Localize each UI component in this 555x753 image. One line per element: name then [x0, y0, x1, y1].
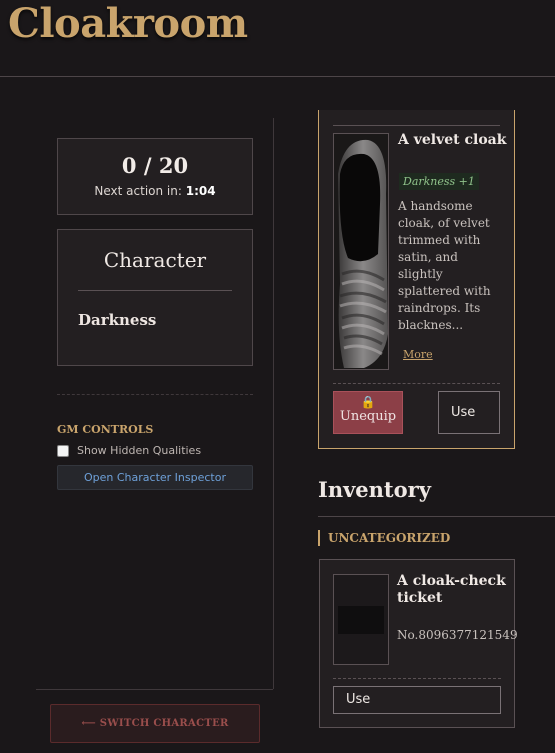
- inventory-heading: Inventory: [318, 477, 431, 502]
- use-button[interactable]: Use: [333, 686, 501, 714]
- checkbox-icon[interactable]: [57, 444, 69, 457]
- card-dashed-divider: [333, 383, 500, 384]
- action-count: 0 / 20: [121, 153, 189, 178]
- sidebar-dashed-divider: [57, 394, 253, 395]
- unequip-label: Unequip: [339, 409, 397, 424]
- card-dashed-divider: [333, 678, 501, 679]
- next-action-time: 1:04: [185, 184, 216, 198]
- open-character-inspector-button[interactable]: Open Character Inspector: [57, 465, 253, 490]
- page-title: Cloakroom: [8, 0, 248, 47]
- sidebar-bottom-divider: [36, 689, 273, 690]
- inventory-divider: [318, 516, 555, 517]
- show-hidden-qualities-label: Show Hidden Qualities: [77, 444, 202, 457]
- more-link[interactable]: More: [403, 348, 433, 361]
- gm-controls-label: GM CONTROLS: [57, 423, 154, 436]
- character-panel: Character Darkness: [57, 229, 253, 366]
- velvet-cloak-image[interactable]: [333, 133, 389, 370]
- action-counter-panel: 0 / 20 Next action in: 1:04: [57, 138, 253, 215]
- unequip-button[interactable]: 🔒 Unequip: [333, 391, 403, 434]
- ticket-image[interactable]: [333, 574, 389, 665]
- header-divider: [0, 76, 555, 77]
- character-heading: Character: [103, 248, 207, 272]
- category-label: UNCATEGORIZED: [318, 530, 450, 546]
- next-action-timer: Next action in: 1:04: [58, 184, 252, 198]
- inventory-item-name: A cloak-check ticket: [397, 573, 506, 606]
- inventory-item-detail: No.8096377121549: [397, 628, 518, 642]
- character-divider: [78, 290, 232, 291]
- equipped-item-card: A velvet cloak Darkness +1 A handsome cl…: [318, 110, 515, 449]
- inventory-item-card: A cloak-check ticket No.8096377121549 Us…: [319, 559, 518, 728]
- column-divider: [273, 118, 274, 689]
- ticket-icon: [338, 606, 384, 634]
- equipped-item-name: A velvet cloak: [398, 132, 507, 148]
- switch-character-button[interactable]: ⟵ SWITCH CHARACTER: [50, 704, 260, 743]
- lock-icon: 🔒: [360, 395, 376, 409]
- cloak-illustration: [334, 134, 388, 369]
- card-top-divider: [333, 125, 500, 126]
- item-description: A handsome cloak, of velvet trimmed with…: [398, 199, 491, 332]
- quality-badge: Darkness +1: [399, 173, 479, 190]
- character-name: Darkness: [78, 311, 157, 329]
- use-button[interactable]: Use: [438, 391, 500, 434]
- show-hidden-qualities-toggle[interactable]: Show Hidden Qualities: [57, 444, 201, 457]
- next-action-label: Next action in:: [94, 184, 182, 198]
